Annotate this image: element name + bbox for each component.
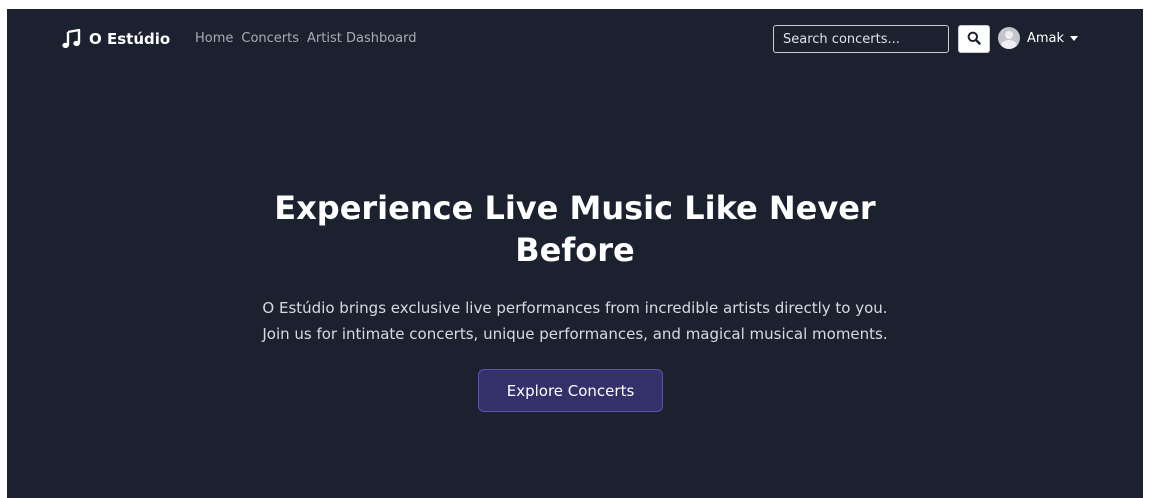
nav-link-home[interactable]: Home bbox=[195, 31, 233, 46]
music-note-icon bbox=[61, 28, 83, 50]
nav-links: Home Concerts Artist Dashboard bbox=[195, 31, 425, 46]
search-icon bbox=[967, 31, 981, 48]
search-button[interactable] bbox=[958, 25, 990, 53]
nav-link-artist-dashboard[interactable]: Artist Dashboard bbox=[307, 31, 416, 46]
hero-subtitle-line: Join us for intimate concerts, unique pe… bbox=[262, 325, 888, 343]
app-frame: O Estúdio Home Concerts Artist Dashboard… bbox=[7, 9, 1143, 498]
hero-subtitle-line: O Estúdio brings exclusive live performa… bbox=[262, 299, 888, 317]
brand-link[interactable]: O Estúdio bbox=[61, 28, 170, 50]
caret-down-icon bbox=[1070, 36, 1079, 41]
navbar: O Estúdio Home Concerts Artist Dashboard… bbox=[7, 9, 1143, 71]
search-input[interactable] bbox=[773, 25, 949, 53]
user-avatar-icon bbox=[998, 27, 1020, 49]
hero-title: Experience Live Music Like Never Before bbox=[7, 187, 1143, 271]
brand-name: O Estúdio bbox=[89, 30, 171, 48]
user-menu-toggle[interactable]: Amak bbox=[998, 27, 1079, 49]
hero-subtitle: O Estúdio brings exclusive live performa… bbox=[7, 295, 1143, 347]
hero-title-line: Before bbox=[515, 231, 635, 269]
nav-link-concerts[interactable]: Concerts bbox=[241, 31, 299, 46]
hero-title-line: Experience Live Music Like Never bbox=[274, 189, 876, 227]
user-name: Amak bbox=[1027, 30, 1065, 46]
explore-concerts-button[interactable]: Explore Concerts bbox=[478, 369, 663, 412]
